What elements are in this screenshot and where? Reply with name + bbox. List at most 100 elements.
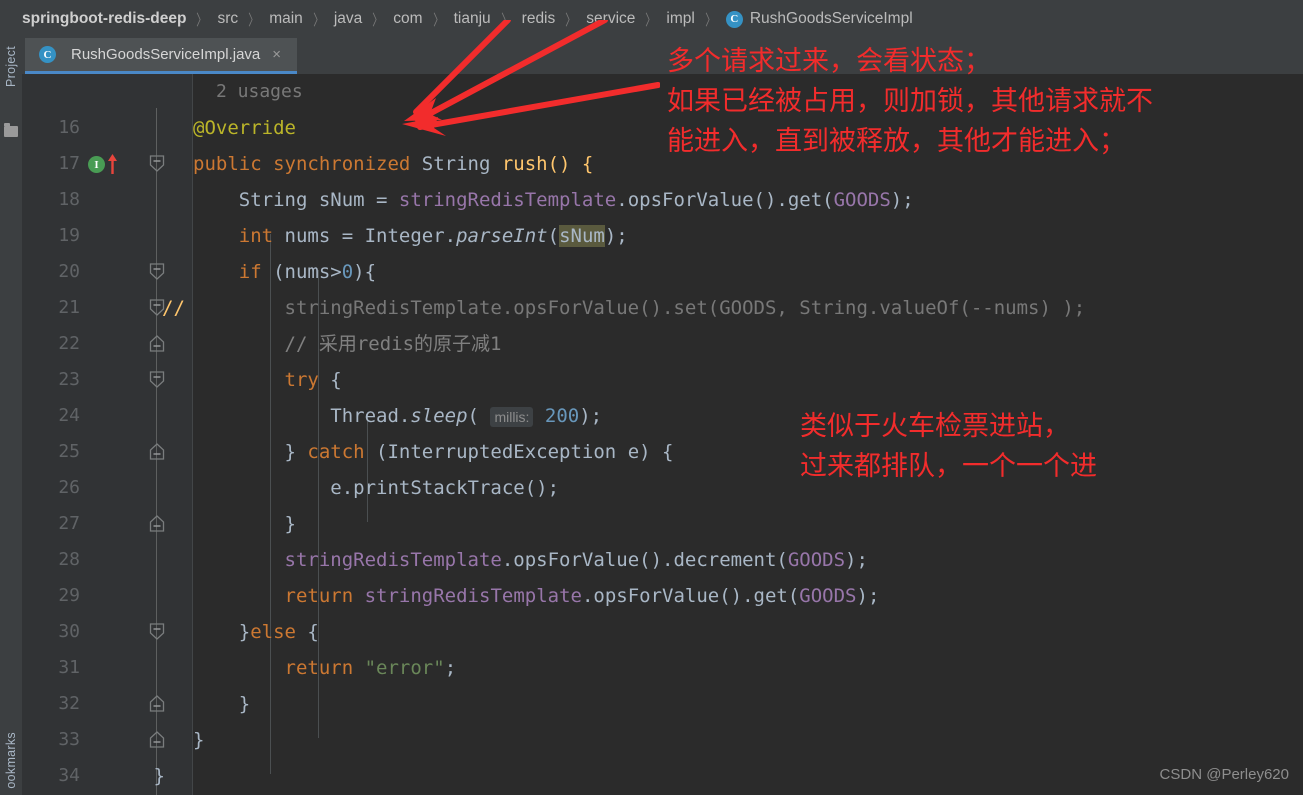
- code-row[interactable]: 30 }else {: [22, 614, 1303, 650]
- line-number: 19: [58, 225, 80, 246]
- code-token-text: (nums>: [261, 261, 342, 283]
- code-row[interactable]: 27 }: [22, 506, 1303, 542]
- code-token-static-method: parseInt: [456, 225, 548, 247]
- code-token-field: stringRedisTemplate: [364, 585, 582, 607]
- code-token-text: }: [193, 441, 308, 463]
- code-token-text: ){: [353, 261, 377, 283]
- code-token-text: );: [579, 405, 603, 427]
- breadcrumb-separator: 〉: [372, 11, 384, 29]
- breadcrumb-separator: 〉: [313, 11, 324, 29]
- code-token-constant: GOODS: [833, 189, 891, 211]
- annotation-note-2-line-2: 过来都排队，一个一个进: [800, 451, 1097, 482]
- override-arrow-icon[interactable]: [107, 154, 118, 174]
- code-token-text: e.printStackTrace();: [193, 477, 560, 499]
- code-row[interactable]: 24 Thread.sleep( millis: 200);: [22, 398, 1303, 434]
- annotation-note-2-line-1: 类似于火车检票进站，: [800, 411, 1070, 442]
- code-editor[interactable]: 2 usages 16 @Override 17 I public synchr…: [22, 74, 1303, 795]
- code-row[interactable]: 23 try {: [22, 362, 1303, 398]
- fold-marker-expand-icon[interactable]: [149, 731, 165, 748]
- code-row[interactable]: 34 }: [22, 758, 1303, 794]
- tool-window-button-bookmarks[interactable]: ookmarks: [4, 732, 18, 789]
- code-row[interactable]: 18 String sNum = stringRedisTemplate.ops…: [22, 182, 1303, 218]
- code-token-field: stringRedisTemplate: [284, 549, 502, 571]
- code-row[interactable]: 20 if (nums>0){: [22, 254, 1303, 290]
- fold-marker-expand-icon[interactable]: [149, 443, 165, 460]
- code-token-method: rush() {: [490, 153, 594, 175]
- line-number: 29: [58, 585, 80, 606]
- breadcrumb: springboot-redis-deep 〉 src 〉 main 〉 jav…: [0, 0, 1303, 38]
- breadcrumb-separator: 〉: [196, 11, 208, 29]
- code-row[interactable]: 19 int nums = Integer.parseInt(sNum);: [22, 218, 1303, 254]
- code-token-keyword: return: [193, 585, 354, 607]
- left-tool-window-strip: Project ookmarks: [0, 38, 22, 795]
- implementing-method-icon[interactable]: I: [88, 156, 105, 173]
- fold-marker-collapse-icon[interactable]: [149, 623, 165, 640]
- line-number: 31: [58, 657, 80, 678]
- line-number: 17: [58, 153, 80, 174]
- parameter-name-hint: millis:: [490, 407, 534, 427]
- line-number: 27: [58, 513, 80, 534]
- breadcrumb-item-src[interactable]: src: [218, 10, 239, 28]
- fold-marker-collapse-icon[interactable]: [149, 263, 165, 280]
- breadcrumb-separator: 〉: [500, 11, 512, 29]
- fold-marker-expand-icon[interactable]: [149, 335, 165, 352]
- code-row[interactable]: 26 e.printStackTrace();: [22, 470, 1303, 506]
- code-token-comment-slashes: //: [162, 297, 185, 319]
- code-row[interactable]: 25 } catch (InterruptedException e) {: [22, 434, 1303, 470]
- line-number: 28: [58, 549, 80, 570]
- code-row[interactable]: 28 stringRedisTemplate.opsForValue().dec…: [22, 542, 1303, 578]
- code-token-text: {: [295, 621, 319, 643]
- code-token-text: }: [193, 621, 251, 643]
- breadcrumb-separator: 〉: [645, 11, 657, 29]
- breadcrumb-item-service[interactable]: service: [586, 10, 635, 28]
- fold-marker-expand-icon[interactable]: [149, 695, 165, 712]
- code-row[interactable]: 33 }: [22, 722, 1303, 758]
- editor-tab-label: RushGoodsServiceImpl.java: [71, 46, 261, 63]
- breadcrumb-item-class[interactable]: RushGoodsServiceImpl: [750, 10, 913, 28]
- fold-marker-collapse-icon[interactable]: [149, 371, 165, 388]
- code-token-string: "error": [364, 657, 445, 679]
- breadcrumb-separator: 〉: [705, 11, 716, 29]
- code-row[interactable]: 22 // 采用redis的原子减1: [22, 326, 1303, 362]
- breadcrumb-item-project[interactable]: springboot-redis-deep: [22, 10, 186, 28]
- code-token-text: .opsForValue().get(: [616, 189, 834, 211]
- code-token-text: (: [547, 225, 560, 247]
- line-number: 23: [58, 369, 80, 390]
- java-class-icon: C: [39, 46, 56, 63]
- fold-marker-collapse-icon[interactable]: [149, 155, 165, 172]
- usages-label[interactable]: 2 usages: [216, 74, 303, 110]
- code-token-highlighted-identifier: sNum: [559, 225, 605, 247]
- code-token-number: 0: [341, 261, 354, 283]
- line-number: 30: [58, 621, 80, 642]
- code-row[interactable]: 21 // stringRedisTemplate.opsForValue().…: [22, 290, 1303, 326]
- code-token-text: }: [142, 765, 165, 787]
- code-row[interactable]: 32 }: [22, 686, 1303, 722]
- code-row[interactable]: 31 return "error";: [22, 650, 1303, 686]
- breadcrumb-item-com[interactable]: com: [393, 10, 422, 28]
- code-token-text: nums = Integer.: [273, 225, 457, 247]
- breadcrumb-item-java[interactable]: java: [334, 10, 362, 28]
- code-token-annotation: @Override: [193, 117, 296, 139]
- code-token-text: );: [890, 189, 914, 211]
- code-token-keyword: if: [193, 261, 262, 283]
- code-token-text: }: [193, 513, 296, 535]
- editor-tab-rushgoodsserviceimpl[interactable]: C RushGoodsServiceImpl.java ×: [25, 38, 297, 74]
- tool-window-button-project[interactable]: Project: [4, 46, 18, 87]
- close-icon[interactable]: ×: [272, 47, 281, 62]
- breadcrumb-item-main[interactable]: main: [269, 10, 303, 28]
- code-token-text: }: [193, 729, 205, 751]
- breadcrumb-item-tianju[interactable]: tianju: [454, 10, 491, 28]
- fold-marker-expand-icon[interactable]: [149, 515, 165, 532]
- folder-icon[interactable]: [4, 123, 18, 137]
- breadcrumb-separator: 〉: [432, 11, 444, 29]
- code-token-keyword: return: [193, 657, 354, 679]
- editor-tab-bar: C RushGoodsServiceImpl.java ×: [22, 38, 1303, 74]
- breadcrumb-item-impl[interactable]: impl: [666, 10, 694, 28]
- watermark: CSDN @Perley620: [1159, 766, 1289, 783]
- code-row[interactable]: 29 return stringRedisTemplate.opsForValu…: [22, 578, 1303, 614]
- line-number: 22: [58, 333, 80, 354]
- breadcrumb-item-redis[interactable]: redis: [522, 10, 556, 28]
